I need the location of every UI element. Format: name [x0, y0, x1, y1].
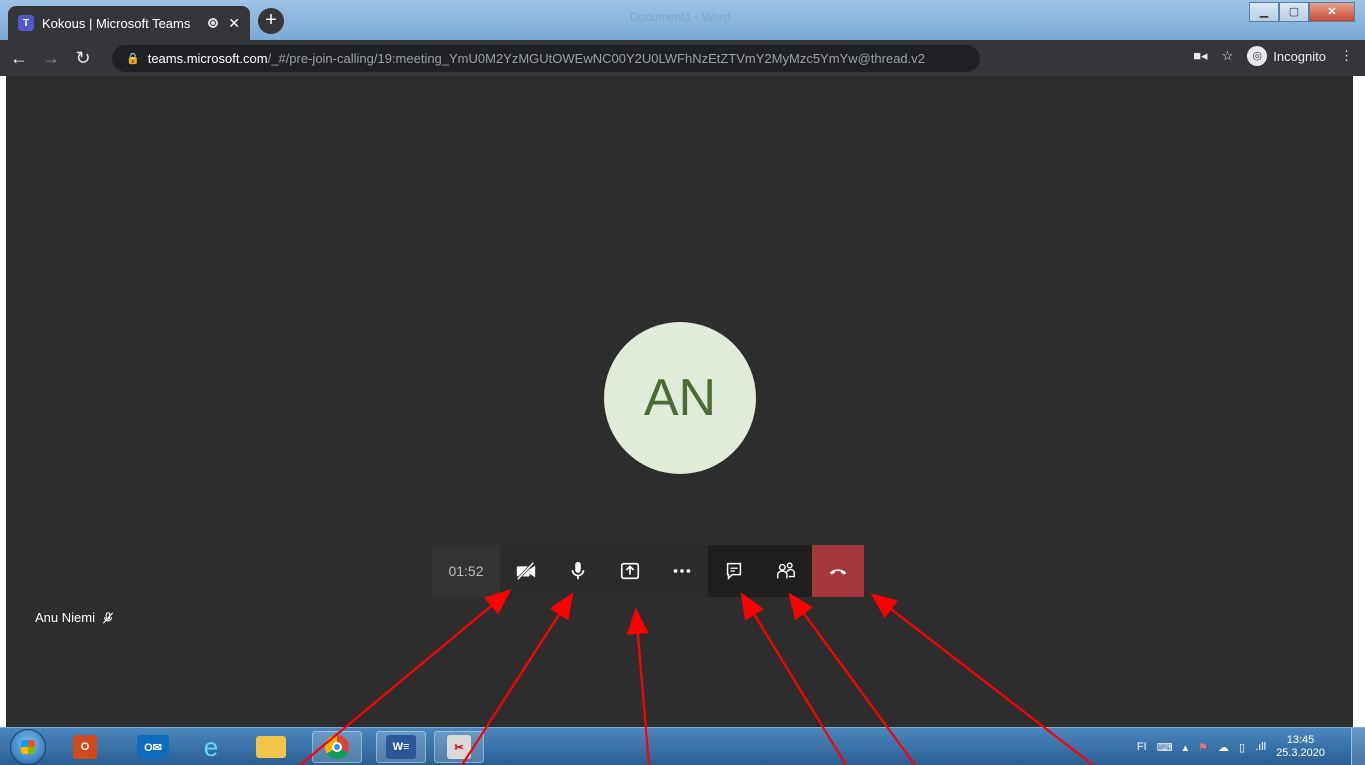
taskbar-app-office[interactable]: O — [60, 731, 110, 763]
maximize-button[interactable]: ▢ — [1279, 2, 1309, 22]
taskbar-app-file-explorer[interactable] — [246, 731, 296, 763]
incognito-label: Incognito — [1273, 48, 1326, 64]
people-icon — [777, 562, 795, 579]
microphone-icon — [571, 561, 585, 580]
browser-menu-icon[interactable]: ⋮ — [1340, 48, 1353, 64]
camera-permission-icon[interactable]: ■◂ — [1193, 48, 1207, 64]
chat-icon — [726, 562, 742, 581]
participant-name: Anu Niemi — [35, 610, 95, 625]
background-window-title: Document1 - Word — [630, 10, 731, 24]
taskbar-app-word[interactable]: W≡ — [376, 731, 426, 763]
action-center-flag-icon[interactable]: ⚑ — [1198, 741, 1208, 754]
bookmark-star-icon[interactable]: ☆ — [1222, 48, 1234, 64]
incognito-badge[interactable]: ◎ Incognito — [1247, 46, 1326, 66]
more-options-button[interactable] — [656, 545, 708, 597]
phone-hangup-icon — [829, 569, 847, 575]
meeting-stage: AN 01:52 Anu Niemi — [6, 76, 1353, 728]
microphone-button[interactable] — [552, 545, 604, 597]
internet-explorer-icon: e — [203, 731, 219, 762]
close-window-button[interactable]: ✕ — [1309, 2, 1355, 22]
start-button[interactable] — [10, 729, 46, 765]
onedrive-icon[interactable]: ☁ — [1218, 741, 1229, 754]
network-signal-icon[interactable]: .ıll — [1255, 741, 1266, 753]
screen: T Kokous | Microsoft Teams ✕ + Document1… — [0, 0, 1365, 765]
url-host: teams.microsoft.com — [147, 51, 268, 66]
teams-icon: T — [18, 15, 34, 31]
word-icon: W≡ — [386, 735, 416, 759]
window-controls: ▁ ▢ ✕ — [1249, 2, 1355, 22]
minimize-button[interactable]: ▁ — [1249, 2, 1279, 22]
windows-taskbar: O O✉ e W≡ ✂ FI ⌨ ▴ ⚑ ☁ ▯ .ıll 13:45 25.3… — [0, 727, 1365, 765]
lock-icon: 🔒 — [126, 53, 140, 65]
browser-titlebar: T Kokous | Microsoft Teams ✕ + Document1… — [0, 0, 1365, 40]
clock-time: 13:45 — [1286, 734, 1315, 746]
snipping-tool-icon: ✂ — [447, 735, 471, 759]
camera-toggle-button[interactable] — [500, 545, 552, 597]
call-controls-secondary — [708, 545, 812, 597]
system-clock[interactable]: 13:45 25.3.2020 — [1276, 734, 1325, 760]
share-screen-button[interactable] — [604, 545, 656, 597]
url-path: /_#/pre-join-calling/19:meeting_YmU0M2Yz… — [267, 51, 926, 66]
tab-close-icon[interactable]: ✕ — [228, 15, 240, 32]
new-tab-button[interactable]: + — [258, 8, 284, 34]
forward-icon[interactable]: → — [38, 48, 64, 69]
keyboard-icon[interactable]: ⌨ — [1157, 741, 1173, 754]
outlook-icon: O✉ — [137, 735, 169, 759]
browser-toolbar: ← → ↻ 🔒 teams.microsoft.com /_#/pre-join… — [0, 40, 1365, 76]
system-tray: FI ⌨ ▴ ⚑ ☁ ▯ .ıll 13:45 25.3.2020 — [1137, 734, 1325, 760]
show-hidden-icons-icon[interactable]: ▴ — [1183, 741, 1189, 754]
reload-icon[interactable]: ↻ — [70, 48, 96, 69]
participants-button[interactable] — [760, 545, 812, 597]
browser-tab[interactable]: T Kokous | Microsoft Teams ✕ — [8, 6, 250, 40]
call-controls-bar: 01:52 — [432, 545, 864, 597]
power-icon[interactable]: ▯ — [1239, 741, 1245, 754]
toolbar-right: ■◂ ☆ ◎ Incognito ⋮ — [1193, 46, 1353, 66]
participant-avatar: AN — [604, 322, 756, 474]
ellipsis-icon — [673, 569, 691, 573]
call-controls-main: 01:52 — [432, 545, 708, 597]
taskbar-app-outlook[interactable]: O✉ — [128, 731, 178, 763]
taskbar-app-internet-explorer[interactable]: e — [186, 731, 236, 763]
back-icon[interactable]: ← — [6, 48, 32, 69]
taskbar-app-chrome[interactable] — [312, 731, 362, 763]
chat-button[interactable] — [708, 545, 760, 597]
call-timer: 01:52 — [432, 545, 500, 597]
show-desktop-button[interactable] — [1351, 728, 1365, 765]
participant-label: Anu Niemi — [35, 610, 115, 625]
share-icon — [620, 562, 640, 580]
incognito-icon: ◎ — [1247, 46, 1268, 66]
file-explorer-icon — [256, 736, 286, 758]
hang-up-button[interactable] — [812, 545, 864, 597]
language-indicator[interactable]: FI — [1137, 741, 1147, 753]
tab-title: Kokous | Microsoft Teams — [42, 15, 191, 31]
microphone-muted-icon — [102, 611, 114, 624]
clock-date: 25.3.2020 — [1276, 747, 1325, 759]
taskbar-app-snipping-tool[interactable]: ✂ — [434, 731, 484, 763]
address-bar[interactable]: 🔒 teams.microsoft.com /_#/pre-join-calli… — [112, 45, 980, 72]
chrome-icon — [325, 735, 349, 759]
video-off-icon — [516, 561, 536, 581]
office-icon: O — [73, 735, 97, 759]
recording-indicator-icon — [208, 18, 219, 28]
